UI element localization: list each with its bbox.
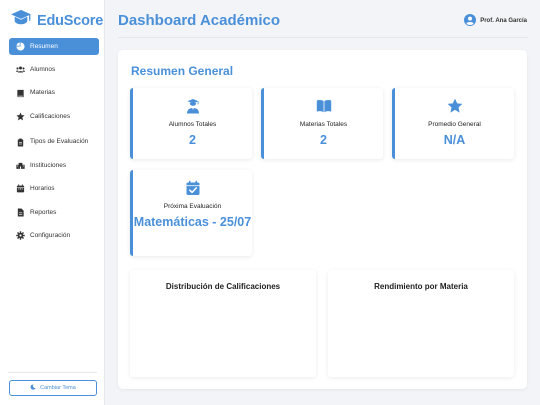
star-icon <box>395 98 514 114</box>
sidebar-item-materias[interactable]: Materias <box>9 85 99 102</box>
stat-card-label: Materias Totales <box>299 121 348 128</box>
sidebar-item-label: Materias <box>30 89 55 97</box>
sidebar-item-tipos-de-evaluacion[interactable]: Tipos de Evaluación <box>9 131 99 153</box>
pie-chart-icon <box>15 42 25 52</box>
graduation-cap-icon <box>10 9 32 32</box>
stat-card-promedio: Promedio General N/A <box>392 88 514 159</box>
header-divider <box>118 37 528 38</box>
sidebar-divider <box>8 372 97 373</box>
subject-performance-chart: Rendimiento por Materia <box>328 270 514 377</box>
sidebar-item-configuracion[interactable]: Configuración <box>9 227 99 244</box>
star-icon <box>15 111 25 121</box>
stat-card-value: Matemáticas - 25/07 <box>133 215 252 229</box>
sidebar-item-label: Configuración <box>30 231 71 239</box>
sidebar-item-reportes[interactable]: Reportes <box>9 204 99 221</box>
gear-icon <box>15 231 25 241</box>
stat-card-value: 2 <box>189 133 196 147</box>
chart-title: Rendimiento por Materia <box>374 282 468 291</box>
file-icon <box>15 207 25 217</box>
stat-card-label: Próxima Evaluación <box>163 203 222 210</box>
sidebar-item-resumen[interactable]: Resumen <box>9 38 99 55</box>
user-circle-icon <box>464 14 480 28</box>
sidebar-item-alumnos[interactable]: Alumnos <box>9 61 99 78</box>
summary-panel: Resumen General Alumnos Totales 2 Materi… <box>118 50 527 389</box>
sidebar-item-label: Resumen <box>30 42 58 50</box>
book-open-icon <box>264 98 383 114</box>
app-name: EduScore <box>37 12 104 29</box>
sidebar-item-horarios[interactable]: Horarios <box>9 180 99 197</box>
sidebar-item-label: Tipos de Evaluación <box>30 138 89 146</box>
moon-icon <box>30 384 40 392</box>
stat-card-materias: Materias Totales 2 <box>261 88 383 159</box>
calendar-check-icon <box>133 180 252 196</box>
sidebar-item-label: Horarios <box>30 185 55 193</box>
sidebar-item-label: Instituciones <box>30 161 67 169</box>
stat-card-label: Promedio General <box>428 121 481 128</box>
building-icon <box>15 161 25 171</box>
clipboard-icon <box>15 137 25 147</box>
section-title: Resumen General <box>131 64 234 78</box>
sidebar-item-instituciones[interactable]: Instituciones <box>9 157 99 174</box>
app-logo[interactable]: EduScore <box>10 9 103 32</box>
stat-card-label: Alumnos Totales <box>168 121 217 128</box>
sidebar-item-calificaciones[interactable]: Calificaciones <box>9 108 99 125</box>
sidebar-nav: Resumen Alumnos Materias Calificaciones … <box>9 38 99 250</box>
grade-distribution-chart: Distribución de Calificaciones <box>130 270 316 377</box>
stat-card-value: 2 <box>320 133 327 147</box>
stat-card-value: N/A <box>443 133 466 147</box>
sidebar: EduScore Resumen Alumnos Materias Califi… <box>0 0 105 405</box>
users-icon <box>15 65 25 75</box>
sidebar-item-label: Calificaciones <box>30 112 71 120</box>
sidebar-item-label: Alumnos <box>30 66 56 74</box>
stat-card-proxima-evaluacion: Próxima Evaluación Matemáticas - 25/07 <box>130 170 252 256</box>
stat-card-alumnos: Alumnos Totales 2 <box>130 88 252 159</box>
calendar-icon <box>15 184 25 194</box>
chart-title: Distribución de Calificaciones <box>165 282 281 291</box>
user-menu[interactable]: Prof. Ana García <box>464 14 527 28</box>
book-icon <box>15 88 25 98</box>
sidebar-item-label: Reportes <box>30 208 57 216</box>
user-name: Prof. Ana García <box>480 18 527 24</box>
change-theme-button[interactable]: Cambiar Tema <box>9 380 97 396</box>
user-graduate-icon <box>133 98 252 114</box>
page-title: Dashboard Académico <box>118 12 280 29</box>
change-theme-label: Cambiar Tema <box>40 385 76 391</box>
